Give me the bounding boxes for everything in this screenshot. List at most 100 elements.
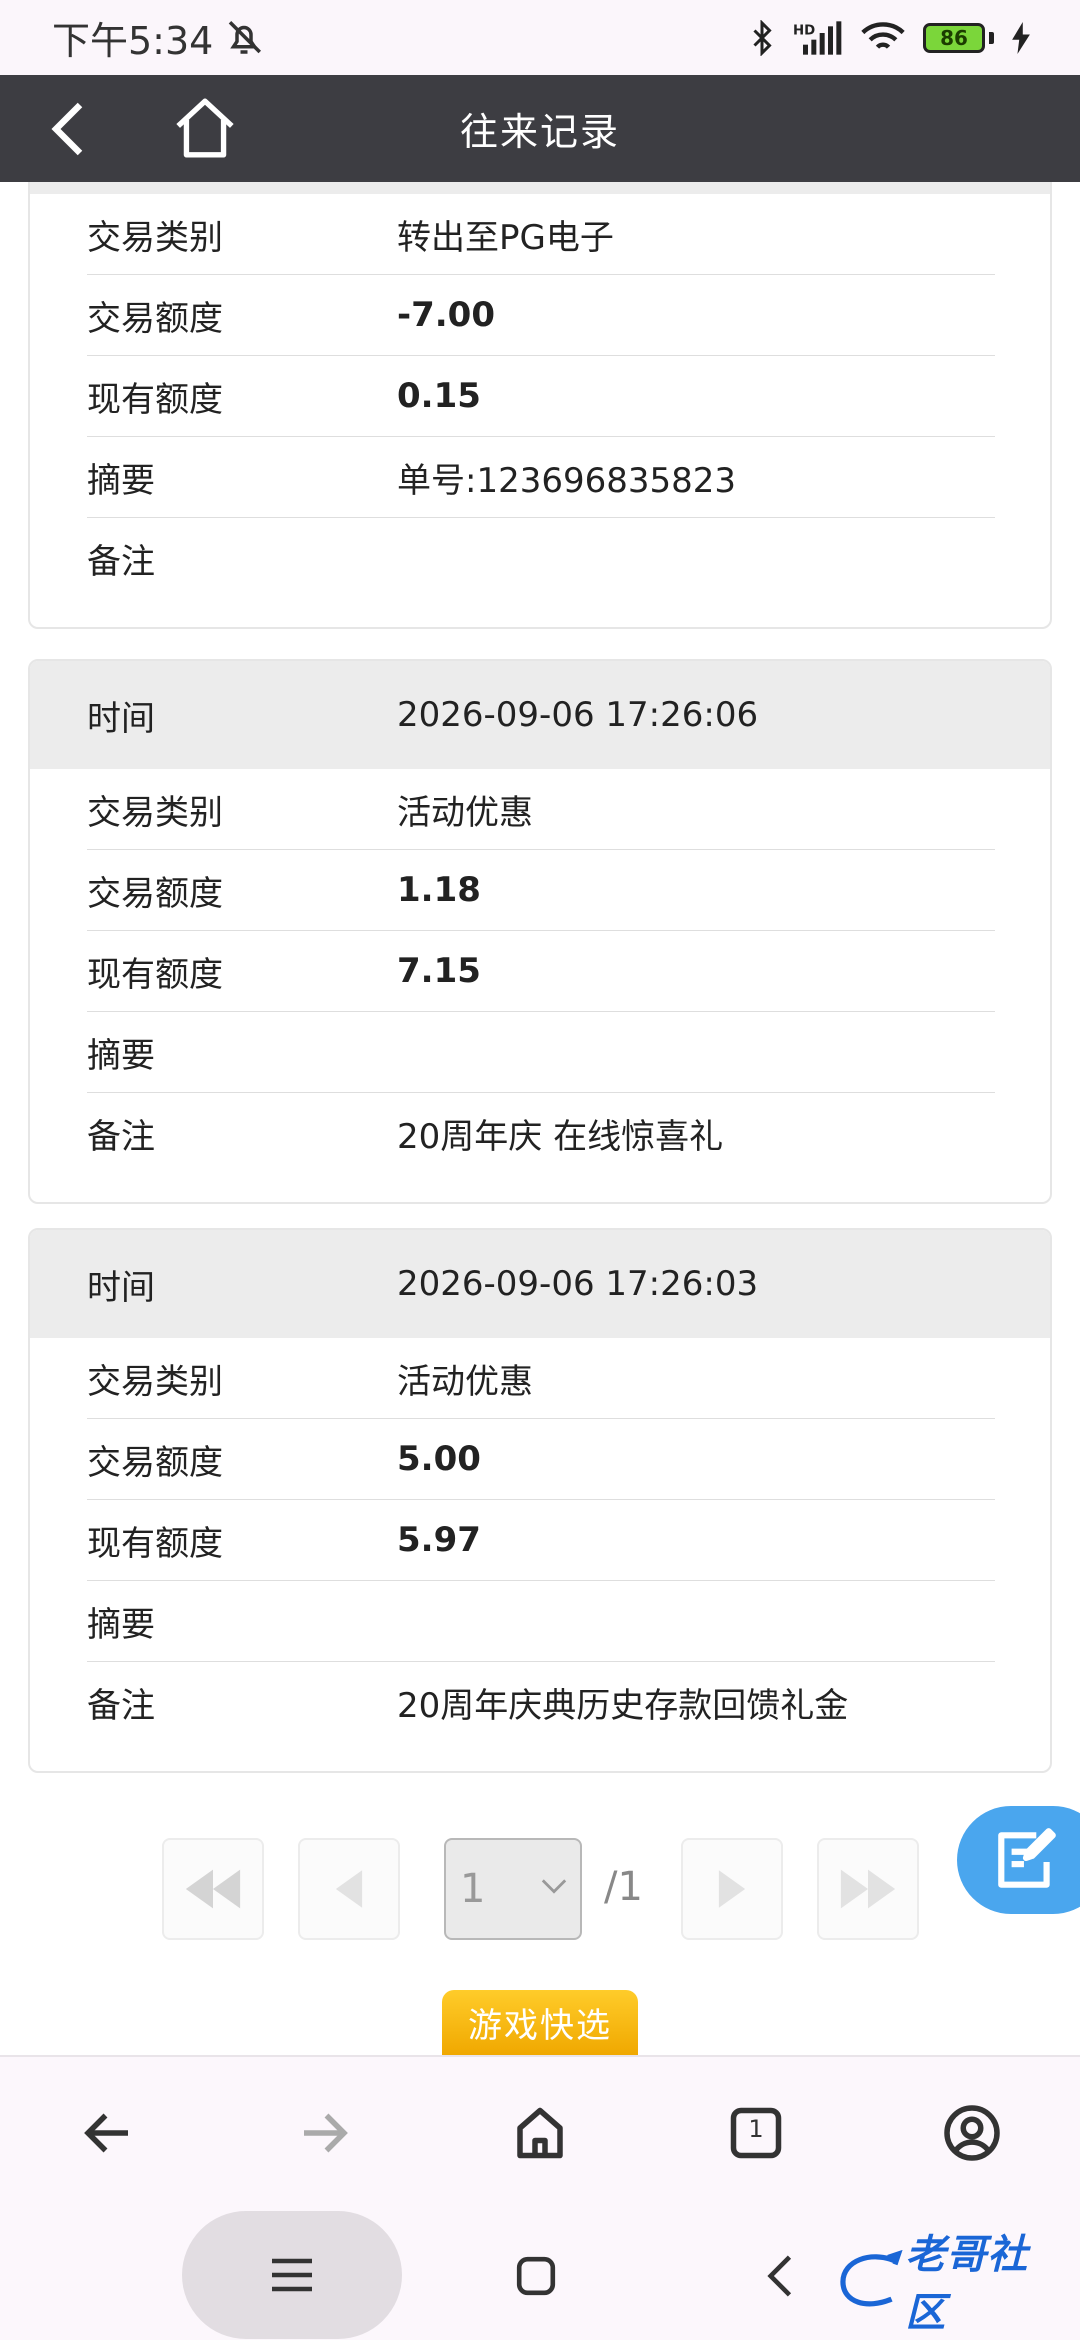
triangle-left-icon <box>335 1870 363 1908</box>
row-label: 交易类别 <box>87 217 223 258</box>
page-title: 往来记录 <box>459 110 620 154</box>
row-amount: 交易额度 -7.00 <box>87 275 995 356</box>
watermark-logo: 老哥社区 <box>836 2232 1068 2336</box>
row-value: 5.00 <box>397 1439 481 1479</box>
triangle-right-icon <box>718 1870 746 1908</box>
row-label: 摘要 <box>87 1604 155 1645</box>
page-select[interactable]: 1 <box>444 1838 582 1940</box>
row-value: 转出至PG电子 <box>397 217 614 258</box>
row-value: 活动优惠 <box>397 1361 533 1402</box>
row-label: 摘要 <box>87 460 155 501</box>
browser-toolbar: 1 <box>0 2055 1080 2205</box>
time-label: 时间 <box>87 1267 155 1308</box>
row-type: 交易类别 活动优惠 <box>87 769 995 850</box>
chevron-down-icon <box>541 1879 567 1894</box>
arrow-left-icon <box>84 2113 128 2153</box>
menu-icon <box>272 2258 312 2292</box>
status-bar: 下午5:34 HD 86 <box>0 0 1080 75</box>
home-button[interactable] <box>172 95 238 161</box>
row-label: 交易类别 <box>87 792 223 833</box>
battery-indicator: 86 <box>923 22 985 53</box>
time-value: 2026-09-06 17:26:06 <box>397 695 759 735</box>
row-balance: 现有额度 5.97 <box>87 1500 995 1581</box>
browser-back-button[interactable] <box>78 2103 138 2163</box>
home-icon <box>517 2107 563 2159</box>
browser-profile-button[interactable] <box>942 2103 1002 2163</box>
row-value: 0.15 <box>397 376 481 416</box>
row-note: 备注 <box>87 518 995 599</box>
card-time-header: 时间 2026-09-06 17:26:03 <box>30 1230 1050 1338</box>
row-value: 1.18 <box>397 870 481 910</box>
row-value: 7.15 <box>397 951 481 991</box>
cellular-signal-icon: HD <box>793 20 842 55</box>
row-note: 备注 20周年庆 在线惊喜礼 <box>87 1093 995 1174</box>
back-button[interactable] <box>40 97 100 161</box>
row-balance: 现有额度 7.15 <box>87 931 995 1012</box>
prev-page-button[interactable] <box>298 1838 400 1940</box>
app-header: 往来记录 <box>0 75 1080 182</box>
chevron-left-icon <box>767 2255 792 2297</box>
row-value: 20周年庆 在线惊喜礼 <box>397 1117 724 1157</box>
row-value: 活动优惠 <box>397 792 533 833</box>
record-card: 时间 2026-09-06 17:26:06 交易类别 活动优惠 交易额度 1.18… <box>28 659 1052 1204</box>
row-label: 交易类别 <box>87 1361 223 1402</box>
page-total: /1 <box>604 1864 643 1910</box>
row-label: 现有额度 <box>87 954 223 995</box>
charging-icon <box>1012 21 1030 54</box>
edit-note-icon <box>998 1828 1056 1888</box>
arrow-right-icon <box>304 2113 348 2153</box>
browser-home-button[interactable] <box>510 2103 570 2163</box>
next-page-button[interactable] <box>681 1838 783 1940</box>
row-summary: 摘要 <box>87 1581 995 1662</box>
row-label: 现有额度 <box>87 1523 223 1564</box>
double-chevron-right-icon <box>840 1869 896 1909</box>
record-card: 交易类别 转出至PG电子 交易额度 -7.00 现有额度 0.15 摘要 单号:1236… <box>28 182 1052 629</box>
feedback-fab[interactable] <box>957 1806 1080 1914</box>
row-label: 交易额度 <box>87 1442 223 1483</box>
watermark-text: 老哥社区 <box>905 2232 1029 2336</box>
row-type: 交易类别 转出至PG电子 <box>87 194 995 275</box>
card-time-header: 时间 2026-09-06 17:26:06 <box>30 661 1050 769</box>
row-label: 交易额度 <box>87 873 223 914</box>
nav-home-button[interactable] <box>515 2255 557 2301</box>
double-chevron-left-icon <box>185 1869 241 1909</box>
pagination-bar: 1 /1 <box>0 1838 1080 1940</box>
row-label: 交易额度 <box>87 298 223 339</box>
chevron-left-icon <box>51 102 83 156</box>
browser-tabs-button[interactable]: 1 <box>726 2103 786 2163</box>
row-note: 备注 20周年庆典历史存款回馈礼金 <box>87 1662 995 1743</box>
first-page-button[interactable] <box>162 1838 264 1940</box>
status-time: 下午5:34 <box>52 19 214 63</box>
row-summary: 摘要 单号:123696835823 <box>87 437 995 518</box>
row-label: 备注 <box>87 1117 155 1157</box>
row-value: 20周年庆典历史存款回馈礼金 <box>397 1686 849 1726</box>
account-circle-icon <box>944 2105 1000 2161</box>
last-page-button[interactable] <box>817 1838 919 1940</box>
home-icon <box>176 98 234 158</box>
row-type: 交易类别 活动优惠 <box>87 1338 995 1419</box>
row-label: 现有额度 <box>87 379 223 420</box>
record-card: 时间 2026-09-06 17:26:03 交易类别 活动优惠 交易额度 5.00… <box>28 1228 1052 1773</box>
bluetooth-icon <box>753 19 772 56</box>
records-list: 交易类别 转出至PG电子 交易额度 -7.00 现有额度 0.15 摘要 单号:1236… <box>0 182 1080 2055</box>
nav-back-button[interactable] <box>764 2253 794 2303</box>
dragon-logo-icon <box>840 2250 903 2307</box>
menu-button[interactable] <box>182 2211 402 2339</box>
row-amount: 交易额度 1.18 <box>87 850 995 931</box>
row-value: 5.97 <box>397 1520 481 1560</box>
row-value: 单号:123696835823 <box>397 460 737 501</box>
tab-count: 1 <box>748 2115 764 2143</box>
alarm-off-icon <box>229 20 262 54</box>
card-head-remnant <box>30 182 1050 194</box>
square-icon <box>516 2256 556 2296</box>
svg-text:HD: HD <box>793 23 815 38</box>
row-label: 备注 <box>87 542 155 582</box>
battery-tip <box>989 31 994 44</box>
row-amount: 交易额度 5.00 <box>87 1419 995 1500</box>
time-value: 2026-09-06 17:26:03 <box>397 1264 759 1304</box>
current-page: 1 <box>460 1866 486 1912</box>
browser-forward-button[interactable] <box>294 2103 354 2163</box>
time-label: 时间 <box>87 698 155 739</box>
game-quick-select-button[interactable]: 游戏快选 <box>442 1990 638 2055</box>
row-summary: 摘要 <box>87 1012 995 1093</box>
